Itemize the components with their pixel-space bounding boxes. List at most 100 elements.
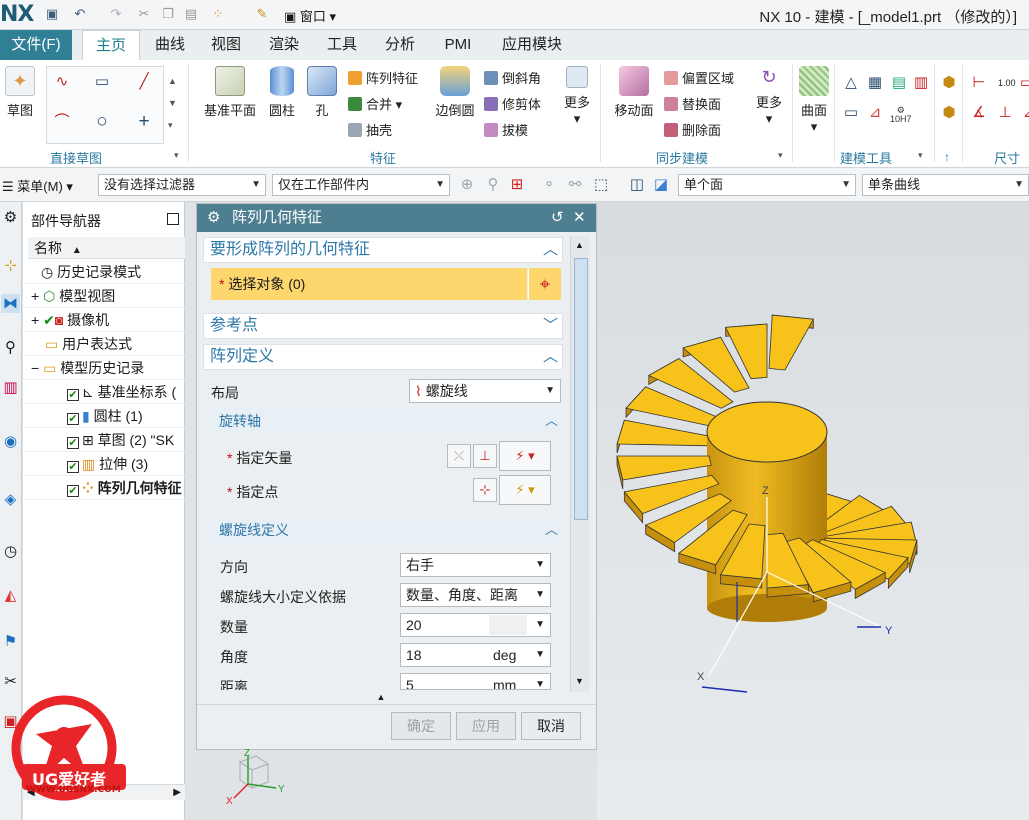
paste-icon[interactable]: ▤ <box>183 6 199 22</box>
pattern-quick-icon[interactable]: ⁘ <box>210 6 226 22</box>
tab-tools[interactable]: 工具 <box>318 30 366 60</box>
pattern-feature-button[interactable]: 阵列特征 <box>348 68 418 87</box>
highlight-icon[interactable]: ⚯ <box>566 176 584 194</box>
helix-definition-header[interactable]: 螺旋线定义 ︿ <box>210 517 562 543</box>
table-icon[interactable]: ▦ <box>866 74 884 92</box>
trim-body-button[interactable]: 修剪体 <box>484 94 541 113</box>
lock-icon[interactable]: ⚬ <box>540 176 558 194</box>
menu-button[interactable]: ☰ 菜单(M) ▾ <box>2 176 73 195</box>
vector-dialog-icon[interactable]: ⊥ <box>473 444 497 468</box>
tab-render[interactable]: 渲染 <box>260 30 308 60</box>
nav-row-cameras[interactable]: + ✔◙ 摄像机 <box>23 308 185 332</box>
spiral-staircase-model[interactable]: Z Y X <box>597 202 1029 820</box>
tab-home[interactable]: 主页 <box>82 30 140 60</box>
close-icon[interactable]: ✕ <box>573 204 586 232</box>
save-icon[interactable]: ▣ <box>44 6 60 22</box>
window-menu[interactable]: ▣ 窗口 ▾ <box>284 6 336 25</box>
rect-select-icon[interactable]: ⬚ <box>592 176 610 194</box>
undo-icon[interactable]: ↶ <box>72 6 88 22</box>
triangle-icon[interactable]: △ <box>842 74 860 92</box>
dimension-icon[interactable]: ▭ <box>1018 74 1029 92</box>
face-rule-combo[interactable]: 单个面 ▼ <box>678 174 856 196</box>
unite-button[interactable]: 合并 ▾ <box>348 94 402 113</box>
more-options-toggle[interactable]: ▲ <box>197 690 565 704</box>
ok-button[interactable]: 确定 <box>391 712 451 740</box>
reset-icon[interactable]: ↺ <box>551 204 564 232</box>
angle-input[interactable]: 18 deg ▼ <box>400 643 551 667</box>
touch-mode-icon[interactable]: ✎ <box>254 6 270 22</box>
tab-view[interactable]: 视图 <box>202 30 250 60</box>
layout-select[interactable]: ⌇ 螺旋线 ▼ <box>409 379 561 403</box>
reverse-direction-icon[interactable]: ⤬ <box>447 444 471 468</box>
measure-icon[interactable]: ⊿ <box>866 104 884 122</box>
body-icon[interactable]: ◫ <box>628 176 646 194</box>
scroll-down-icon[interactable]: ▼ <box>575 676 584 686</box>
dialog-scrollbar[interactable]: ▲ ▼ <box>570 236 590 692</box>
navigator-column-header[interactable]: 名称 ▲ <box>28 237 185 259</box>
reuse-library-icon[interactable]: ▥ <box>1 378 20 397</box>
inferred-vector-dropdown[interactable]: ⚡ ▾ <box>499 441 551 471</box>
point-icon[interactable]: + <box>135 112 153 131</box>
move-face-button[interactable]: 移动面 <box>608 64 660 119</box>
palette-icon[interactable]: ◭ <box>1 586 20 605</box>
expand-icon[interactable]: + <box>31 312 39 328</box>
inferred-point-dropdown[interactable]: ⚡ ▾ <box>499 475 551 505</box>
replace-face-button[interactable]: 替换面 <box>664 94 721 113</box>
sketch-button[interactable]: ✦ 草图 <box>2 64 38 119</box>
collapse-icon[interactable]: − <box>31 360 39 376</box>
select-object-row[interactable]: * 选择对象 (0) <box>211 268 527 300</box>
text-icon[interactable]: ▭ <box>842 104 860 122</box>
circle-icon[interactable]: ○ <box>93 112 111 131</box>
profile-icon[interactable]: ∿ <box>53 73 71 91</box>
scope-combo[interactable]: 仅在工作部件内 ▼ <box>272 174 450 196</box>
select-icon[interactable]: ⊞ <box>508 176 526 194</box>
web-browser-icon[interactable]: ◉ <box>1 432 20 451</box>
apply-button[interactable]: 应用 <box>456 712 516 740</box>
cube-icon[interactable]: ◪ <box>652 176 670 194</box>
type-filter-combo[interactable]: 没有选择过滤器 ▼ <box>98 174 266 196</box>
gallery-scroll[interactable]: ▲ ▼ ▾ <box>168 70 177 136</box>
file-menu-tab[interactable]: 文件(F) <box>0 30 72 60</box>
assembly-navigator-icon[interactable]: ⊹ <box>1 256 20 275</box>
nav-row-sketch[interactable]: ✔ ⊞ 草图 (2) "SK <box>23 428 185 452</box>
scroll-up-icon[interactable]: ▲ <box>575 240 584 250</box>
nav-row-user-expressions[interactable]: ▭ 用户表达式 <box>23 332 185 356</box>
group-modeling-tools-more[interactable]: ▾ <box>918 150 923 161</box>
size-by-select[interactable]: 数量、角度、距离 ▼ <box>400 583 551 607</box>
tools-icon[interactable]: ✂ <box>1 672 20 691</box>
cancel-button[interactable]: 取消 <box>521 712 581 740</box>
nav-row-model-history[interactable]: − ▭ 模型历史记录 <box>23 356 185 380</box>
more-feature-button[interactable]: 更多 ▾ <box>560 64 594 127</box>
visibility-checkbox[interactable]: ✔ <box>67 437 79 449</box>
component-icon[interactable]: ⬢ <box>940 104 958 122</box>
ordinate-dimension-icon[interactable]: ⊥ <box>996 104 1014 122</box>
group-sync-more[interactable]: ▾ <box>778 150 783 161</box>
edge-blend-button[interactable]: 边倒圆 <box>430 64 480 119</box>
nav-row-pattern-geometry[interactable]: ✔ ⁘ 阵列几何特征 <box>23 476 185 500</box>
group-direct-sketch-more[interactable]: ▾ <box>174 150 179 161</box>
direction-select[interactable]: 右手 ▼ <box>400 553 551 577</box>
surface-button[interactable]: 曲面 ▾ <box>796 64 832 135</box>
assembly-icon[interactable]: ⬢ <box>940 74 958 92</box>
section-geometry-header[interactable]: 要形成阵列的几何特征 ︿ <box>203 237 563 263</box>
graphics-window[interactable]: Z Y X <box>597 202 1029 820</box>
nav-row-extrude[interactable]: ✔ ▥ 拉伸 (3) <box>23 452 185 476</box>
tab-applications[interactable]: 应用模块 <box>492 30 572 60</box>
visibility-checkbox[interactable]: ✔ <box>67 485 79 497</box>
rectangle-icon[interactable]: ▭ <box>93 73 111 91</box>
distance-input[interactable]: 5 mm ▼ <box>400 673 551 690</box>
rotation-axis-header[interactable]: 旋转轴 ︿ <box>210 408 562 434</box>
point-dialog-icon[interactable]: ⊹ <box>473 478 497 502</box>
count-input[interactable]: 20 ▼ <box>400 613 551 637</box>
radial-dimension-icon[interactable]: ⊿ <box>1020 104 1029 122</box>
cylinder-button[interactable]: 圆柱 <box>264 64 300 119</box>
delete-face-button[interactable]: 删除面 <box>664 120 721 139</box>
nav-row-model-views[interactable]: + ⬡ 模型视图 <box>23 284 185 308</box>
spreadsheet-icon[interactable]: ▥ <box>912 74 930 92</box>
maximize-icon[interactable] <box>167 213 179 225</box>
clock-icon[interactable]: ◷ <box>1 542 20 561</box>
draft-button[interactable]: 拔模 <box>484 120 528 139</box>
nav-row-datum-csys[interactable]: ✔ ⊾ 基准坐标系 ( <box>23 380 185 404</box>
line-icon[interactable]: ╱ <box>135 73 153 91</box>
nav-row-cylinder[interactable]: ✔ ▮ 圆柱 (1) <box>23 404 185 428</box>
